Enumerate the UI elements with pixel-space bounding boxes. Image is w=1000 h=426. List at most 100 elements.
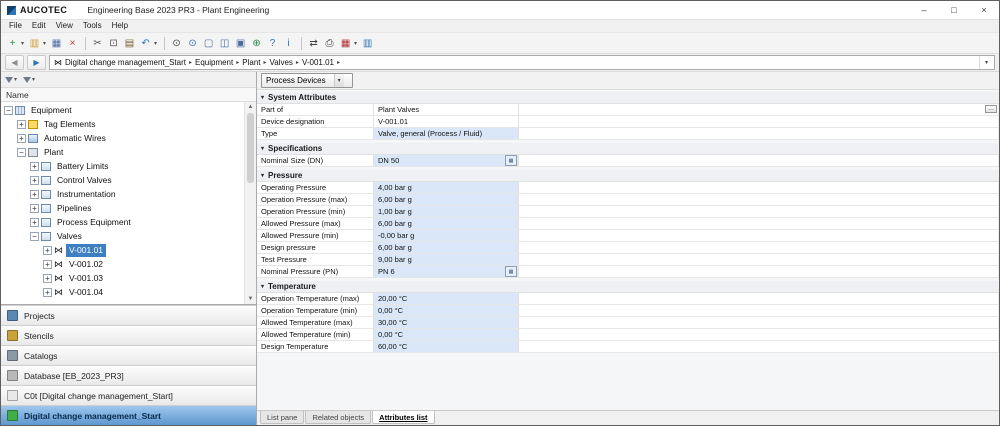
cut-icon[interactable]: ✂ [90,36,105,51]
attribute-value[interactable]: 0,00 °C [374,329,519,340]
breadcrumb-item-plant[interactable]: Plant [242,58,260,67]
value-picker-icon[interactable]: ▦ [505,266,517,277]
section-header-pressure[interactable]: ▾Pressure [257,170,999,182]
panel-stencils[interactable]: Stencils [1,325,256,345]
menu-file[interactable]: File [4,20,27,32]
tree-item-tag-elements[interactable]: +Tag Elements [1,117,244,131]
open-icon-dropdown[interactable]: ▾ [43,40,46,47]
tree-item-v-001-01[interactable]: +⋈V-001.01 [1,243,244,257]
sync-icon[interactable]: ⇄ [306,36,321,51]
nav-forward-icon[interactable]: ▶ [27,55,46,70]
collapse-icon[interactable]: ▾ [261,94,264,101]
expand-icon[interactable]: + [30,190,39,199]
report-icon-dropdown[interactable]: ▾ [354,40,357,47]
tree-item-v-001-03[interactable]: +⋈V-001.03 [1,271,244,285]
save-icon[interactable]: ▦ [49,36,64,51]
scroll-down-icon[interactable]: ▼ [248,294,254,304]
breadcrumb-item-valves[interactable]: Valves [270,58,293,67]
attribute-value[interactable]: 6,00 bar g [374,242,519,253]
copy-icon[interactable]: ⊡ [106,36,121,51]
expand-icon[interactable]: + [17,134,26,143]
attribute-value[interactable]: 6,00 bar g [374,218,519,229]
expand-icon[interactable]: + [17,120,26,129]
collapse-icon[interactable]: − [30,232,39,241]
tab-attributes-list[interactable]: Attributes list [372,411,434,424]
close-button[interactable]: × [969,1,999,19]
panel-catalogs[interactable]: Catalogs [1,345,256,365]
attribute-value[interactable]: 1,00 bar g [374,206,519,217]
tree-item-pipelines[interactable]: +Pipelines [1,201,244,215]
filter-icon[interactable]: ▾ [5,76,17,83]
undo-icon-dropdown[interactable]: ▾ [154,40,157,47]
tree-item-v-001-04[interactable]: +⋈V-001.04 [1,285,244,299]
tree-item-valves[interactable]: −Valves [1,229,244,243]
paste-icon[interactable]: ▤ [122,36,137,51]
attribute-value[interactable]: 60,00 °C [374,341,519,352]
report-icon[interactable]: ▦ [338,36,353,51]
collapse-icon[interactable]: ▾ [261,283,264,290]
browse-button[interactable]: … [985,105,997,113]
scroll-up-icon[interactable]: ▲ [248,102,254,112]
tree-item-battery-limits[interactable]: +Battery Limits [1,159,244,173]
new-icon[interactable]: + [5,36,20,51]
tab-related-objects[interactable]: Related objects [305,411,371,424]
zoom-page-icon[interactable]: ⊙ [185,36,200,51]
expand-icon[interactable]: + [30,176,39,185]
expand-icon[interactable]: + [43,246,52,255]
section-header-system-attributes[interactable]: ▾System Attributes [257,92,999,104]
attribute-value[interactable]: 6,00 bar g [374,194,519,205]
nav-back-icon[interactable]: ◀ [5,55,24,70]
attribute-value[interactable]: 9,00 bar g [374,254,519,265]
new-icon-dropdown[interactable]: ▾ [21,40,24,47]
menu-tools[interactable]: Tools [78,20,107,32]
export-icon[interactable]: ▥ [360,36,375,51]
attribute-value[interactable]: 0,00 °C [374,305,519,316]
menu-help[interactable]: Help [107,20,133,32]
expand-icon[interactable]: + [30,204,39,213]
expand-icon[interactable]: + [30,218,39,227]
panel-digital-change-management-start[interactable]: Digital change management_Start [1,405,256,425]
minimize-button[interactable]: – [909,1,939,19]
menu-edit[interactable]: Edit [27,20,51,32]
menu-view[interactable]: View [51,20,78,32]
attribute-value[interactable]: PN 6▦ [374,266,519,277]
attribute-value[interactable]: 30,00 °C [374,317,519,328]
breadcrumb-dropdown-button[interactable]: ▾ [979,56,990,69]
info-icon[interactable]: i [281,36,296,51]
tree-item-instrumentation[interactable]: +Instrumentation [1,187,244,201]
attribute-category-select[interactable]: Process Devices ▾ [261,73,353,88]
globe-icon[interactable]: ⊕ [249,36,264,51]
collapse-icon[interactable]: − [4,106,13,115]
zoom-icon[interactable]: ⊙ [169,36,184,51]
sheet-view-icon[interactable]: ▢ [201,36,216,51]
maximize-button[interactable]: □ [939,1,969,19]
expand-icon[interactable]: + [30,162,39,171]
tree-item-control-valves[interactable]: +Control Valves [1,173,244,187]
delete-icon[interactable]: × [65,36,80,51]
tree-item-v-001-02[interactable]: +⋈V-001.02 [1,257,244,271]
tree-scrollbar[interactable]: ▲ ▼ [244,102,256,304]
collapse-icon[interactable]: − [17,148,26,157]
tree-column-header[interactable]: Name [1,88,256,102]
collapse-icon[interactable]: ▾ [261,145,264,152]
undo-icon[interactable]: ↶ [138,36,153,51]
tab-list-pane[interactable]: List pane [260,411,304,424]
panel-projects[interactable]: Projects [1,305,256,325]
print-icon[interactable]: ⎙ [322,36,337,51]
attribute-value[interactable]: Plant Valves [374,104,519,115]
section-header-specifications[interactable]: ▾Specifications [257,143,999,155]
attribute-value[interactable]: DN 50▦ [374,155,519,166]
open-icon[interactable]: ▥ [27,36,42,51]
attribute-value[interactable]: -0,00 bar g [374,230,519,241]
attribute-value[interactable]: Valve, general (Process / Fluid) [374,128,519,139]
value-picker-icon[interactable]: ▦ [505,155,517,166]
tree-item-process-equipment[interactable]: +Process Equipment [1,215,244,229]
expand-icon[interactable]: + [43,260,52,269]
frame-view-icon[interactable]: ▣ [233,36,248,51]
breadcrumb-item-v-001-01[interactable]: V-001.01 [302,58,334,67]
panel-c0t-digital-change-management-start[interactable]: C0t [Digital change management_Start] [1,385,256,405]
help-icon[interactable]: ? [265,36,280,51]
section-header-temperature[interactable]: ▾Temperature [257,281,999,293]
breadcrumb-root[interactable]: Digital change management_Start [65,58,186,67]
expand-icon[interactable]: + [43,288,52,297]
